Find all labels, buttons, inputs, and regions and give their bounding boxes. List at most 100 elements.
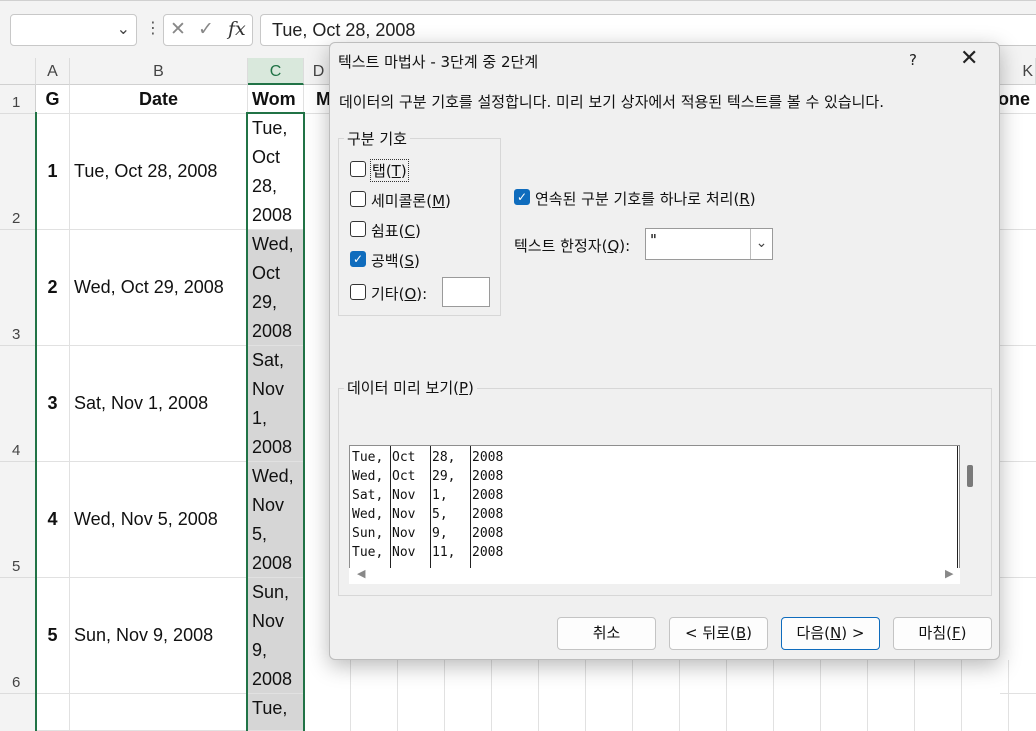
preview-vscroll-thumb[interactable]	[967, 465, 973, 487]
cell-b2[interactable]: Tue, Oct 28, 2008	[70, 114, 248, 230]
row-header-1[interactable]: 1	[0, 85, 36, 114]
dialog-instruction: 데이터의 구분 기호를 설정합니다. 미리 보기 상자에서 적용된 텍스트를 볼…	[339, 93, 884, 111]
cell-a6[interactable]: 5	[36, 578, 70, 694]
preview-cell: Nov	[392, 507, 416, 522]
cell-a4[interactable]: 3	[36, 346, 70, 462]
preview-cell: Wed,	[352, 507, 384, 522]
cell-b6[interactable]: Sun, Nov 9, 2008	[70, 578, 248, 694]
grid-lines-right	[1000, 114, 1036, 694]
cell-k1[interactable]: one	[994, 85, 1036, 114]
preview-cell: 1,	[432, 488, 448, 503]
chevron-down-icon[interactable]: ⌄	[750, 229, 772, 259]
select-all-corner[interactable]	[0, 58, 36, 85]
text-wizard-dialog: 텍스트 마법사 - 3단계 중 2단계 ? ✕ 데이터의 구분 기호를 설정합니…	[329, 42, 1000, 660]
preview-hscrollbar[interactable]: ◀ ▶	[349, 567, 960, 584]
preview-cell: 2008	[472, 507, 504, 522]
column-break	[957, 446, 958, 568]
cell-a2[interactable]: 1	[36, 114, 70, 230]
cell-b5[interactable]: Wed, Nov 5, 2008	[70, 462, 248, 578]
column-break	[390, 446, 391, 568]
cell-c6[interactable]: Sun, Nov 9, 2008	[248, 578, 304, 694]
finish-button[interactable]: 마침(F)	[893, 617, 992, 650]
cancel-icon[interactable]: ✕	[170, 18, 186, 40]
cell-a3[interactable]: 2	[36, 230, 70, 346]
column-break	[470, 446, 471, 568]
preview-cell: Oct	[392, 450, 416, 465]
column-header-k[interactable]: K	[1000, 58, 1036, 85]
preview-cell: 2008	[472, 469, 504, 484]
row-header-6[interactable]: 6	[0, 578, 36, 694]
scroll-left-icon[interactable]: ◀	[357, 567, 365, 580]
cell-b7[interactable]	[70, 694, 248, 731]
next-button[interactable]: 다음(N) >	[781, 617, 880, 650]
comma-label[interactable]: 쉼표(C)	[371, 220, 421, 241]
preview-cell: 28,	[432, 450, 456, 465]
preview-cell: Nov	[392, 488, 416, 503]
dialog-title: 텍스트 마법사 - 3단계 중 2단계	[338, 53, 539, 71]
consecutive-delimiters-checkbox[interactable]: ✓	[514, 189, 530, 205]
preview-cell: 11,	[432, 545, 456, 560]
preview-cell: Nov	[392, 545, 416, 560]
tab-checkbox[interactable]	[350, 161, 366, 177]
consecutive-delimiters-label[interactable]: 연속된 구분 기호를 하나로 처리(R)	[535, 188, 756, 209]
preview-cell: 2008	[472, 526, 504, 541]
preview-cell: Sun,	[352, 526, 384, 541]
row-header-7[interactable]	[0, 694, 36, 731]
preview-cell: Tue,	[352, 450, 384, 465]
cell-a7[interactable]	[36, 694, 70, 731]
other-checkbox[interactable]	[350, 284, 366, 300]
column-header-a[interactable]: A	[36, 58, 70, 85]
row-header-5[interactable]: 5	[0, 462, 36, 578]
preview-cell: Sat,	[352, 488, 384, 503]
cell-c1[interactable]: Wom	[248, 85, 304, 114]
cell-a1[interactable]: G	[36, 85, 70, 114]
cell-a5[interactable]: 4	[36, 462, 70, 578]
other-delimiter-input[interactable]	[442, 277, 490, 307]
cell-b3[interactable]: Wed, Oct 29, 2008	[70, 230, 248, 346]
close-icon[interactable]: ✕	[960, 46, 978, 71]
name-box[interactable]: ⌄	[10, 14, 137, 46]
cell-c3[interactable]: Wed, Oct 29, 2008	[248, 230, 304, 346]
preview-cell: 5,	[432, 507, 448, 522]
enter-icon[interactable]: ✓	[198, 18, 214, 40]
text-qualifier-select[interactable]: " ⌄	[645, 228, 773, 260]
semicolon-label[interactable]: 세미콜론(M)	[371, 190, 451, 211]
preview-cell: 2008	[472, 545, 504, 560]
help-button[interactable]: ?	[909, 51, 917, 69]
column-break	[430, 446, 431, 568]
cell-c2[interactable]: Tue, Oct 28, 2008	[248, 114, 304, 230]
text-qualifier-label: 텍스트 한정자(Q):	[514, 237, 631, 255]
tab-label[interactable]: 탭(T)	[370, 159, 409, 182]
space-label[interactable]: 공백(S)	[371, 250, 420, 271]
scroll-right-icon[interactable]: ▶	[945, 567, 953, 580]
comma-checkbox[interactable]	[350, 221, 366, 237]
space-checkbox[interactable]: ✓	[350, 251, 366, 267]
grid-lines	[304, 660, 1036, 731]
cell-b4[interactable]: Sat, Nov 1, 2008	[70, 346, 248, 462]
cancel-button[interactable]: 취소	[557, 617, 656, 650]
cell-b1[interactable]: Date	[70, 85, 248, 114]
fx-icon[interactable]: fx	[228, 18, 246, 40]
row-header-3[interactable]: 3	[0, 230, 36, 346]
column-header-b[interactable]: B	[70, 58, 248, 85]
other-label[interactable]: 기타(O):	[371, 283, 427, 304]
chevron-down-icon[interactable]: ⌄	[117, 19, 130, 38]
preview-cell: 9,	[432, 526, 448, 541]
data-preview[interactable]: Tue, Oct 28, 2008 Wed, Oct 29, 2008 Sat, Nov 1, 200…	[349, 445, 960, 569]
row-number-border	[35, 112, 37, 731]
row-header-4[interactable]: 4	[0, 346, 36, 462]
column-header-c[interactable]: C	[248, 58, 304, 85]
preview-cell: 2008	[472, 488, 504, 503]
cell-c7[interactable]: Tue,	[248, 694, 304, 731]
semicolon-checkbox[interactable]	[350, 191, 366, 207]
preview-cell: Oct	[392, 469, 416, 484]
preview-cell: 2008	[472, 450, 504, 465]
row-header-2[interactable]: 2	[0, 114, 36, 230]
preview-cell: 29,	[432, 469, 456, 484]
formula-controls: ✕ ✓ fx	[163, 14, 253, 46]
cell-c4[interactable]: Sat, Nov 1, 2008	[248, 346, 304, 462]
back-button[interactable]: < 뒤로(B)	[669, 617, 768, 650]
delimiters-group-label: 구분 기호	[344, 128, 410, 149]
more-options-icon[interactable]: ⋮	[145, 18, 161, 37]
cell-c5[interactable]: Wed, Nov 5, 2008	[248, 462, 304, 578]
